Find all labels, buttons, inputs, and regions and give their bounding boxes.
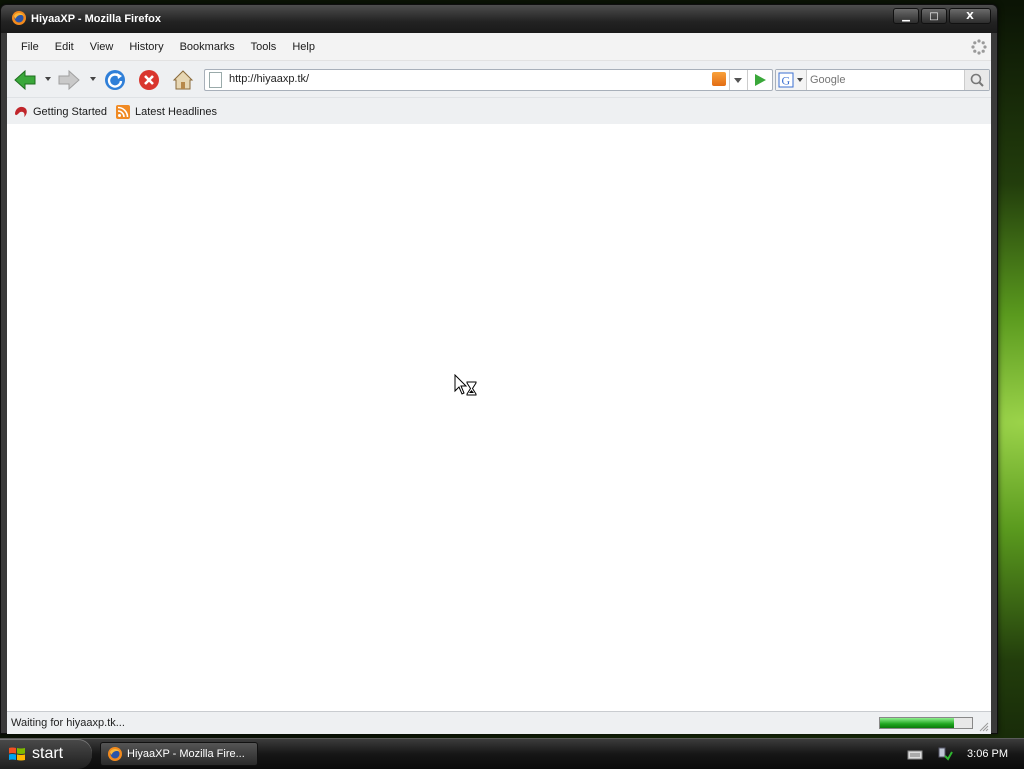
url-text[interactable]: http://hiyaaxp.tk/: [229, 73, 309, 85]
menu-bookmarks[interactable]: Bookmarks: [172, 41, 243, 53]
network-icon[interactable]: [937, 747, 953, 761]
status-bar: Waiting for hiyaaxp.tk...: [7, 711, 991, 734]
page-icon: [209, 72, 222, 88]
search-box[interactable]: G: [775, 69, 990, 91]
menu-tools[interactable]: Tools: [243, 41, 285, 53]
back-icon[interactable]: [13, 68, 37, 92]
menu-help[interactable]: Help: [284, 41, 323, 53]
throbber-icon: [971, 39, 987, 55]
keyboard-icon[interactable]: [907, 747, 923, 761]
back-dropdown-icon[interactable]: [45, 77, 51, 81]
search-input[interactable]: [810, 70, 960, 90]
close-button[interactable]: X: [949, 8, 991, 24]
busy-cursor-icon: [454, 374, 477, 396]
menu-bar: File Edit View History Bookmarks Tools H…: [7, 33, 991, 61]
minimize-button[interactable]: ▁: [893, 8, 919, 24]
reload-icon[interactable]: [103, 68, 127, 92]
url-bar[interactable]: http://hiyaaxp.tk/: [204, 69, 773, 91]
start-label: start: [32, 745, 64, 762]
menu-view[interactable]: View: [82, 41, 122, 53]
title-bar[interactable]: HiyaaXP - Mozilla Firefox ▁ □ X: [1, 5, 997, 33]
bookmark-getting-started[interactable]: Getting Started: [13, 104, 107, 120]
google-icon: G: [778, 72, 803, 88]
status-text: Waiting for hiyaaxp.tk...: [11, 717, 125, 729]
firefox-icon: [12, 11, 26, 25]
progress-bar: [879, 717, 973, 729]
navigation-toolbar: http://hiyaaxp.tk/ G: [7, 61, 991, 97]
browser-chrome: File Edit View History Bookmarks Tools H…: [7, 33, 991, 126]
stop-icon[interactable]: [137, 68, 161, 92]
taskbar-firefox-button[interactable]: HiyaaXP - Mozilla Fire...: [100, 742, 258, 766]
maximize-button[interactable]: □: [921, 8, 947, 24]
start-button[interactable]: start: [0, 739, 92, 769]
firefox-icon: [108, 747, 122, 761]
url-dropdown-icon[interactable]: [729, 70, 746, 90]
search-engine-button[interactable]: G: [776, 70, 807, 90]
resize-grip-icon[interactable]: [979, 722, 989, 732]
rss-icon: [116, 104, 130, 119]
search-engine-letter: G: [782, 74, 791, 88]
firefox-icon: [15, 106, 27, 117]
bookmark-label: Latest Headlines: [135, 105, 217, 118]
window-controls: ▁ □ X: [893, 8, 991, 24]
window-title: HiyaaXP - Mozilla Firefox: [31, 13, 162, 25]
menu-history[interactable]: History: [121, 41, 171, 53]
forward-icon[interactable]: [57, 68, 81, 92]
feed-icon[interactable]: [712, 72, 726, 86]
bookmarks-toolbar: Getting Started Latest Headlines: [7, 97, 991, 126]
windows-logo-icon: [9, 747, 25, 761]
page-content[interactable]: [7, 124, 991, 711]
taskbar: start HiyaaXP - Mozilla Fire... 3:06 PM: [0, 738, 1024, 769]
clock[interactable]: 3:06 PM: [967, 748, 1008, 760]
system-tray: 3:06 PM: [878, 739, 1024, 769]
taskbar-button-label: HiyaaXP - Mozilla Fire...: [127, 748, 245, 760]
bookmark-label: Getting Started: [33, 105, 107, 118]
forward-dropdown-icon[interactable]: [90, 77, 96, 81]
progress-fill: [880, 718, 954, 728]
menu-file[interactable]: File: [13, 41, 47, 53]
browser-window: HiyaaXP - Mozilla Firefox ▁ □ X File Edi…: [0, 4, 998, 734]
menu-edit[interactable]: Edit: [47, 41, 82, 53]
bookmark-latest-headlines[interactable]: Latest Headlines: [115, 104, 217, 120]
go-icon[interactable]: [747, 70, 772, 90]
search-icon[interactable]: [964, 70, 989, 90]
home-icon[interactable]: [171, 68, 195, 92]
